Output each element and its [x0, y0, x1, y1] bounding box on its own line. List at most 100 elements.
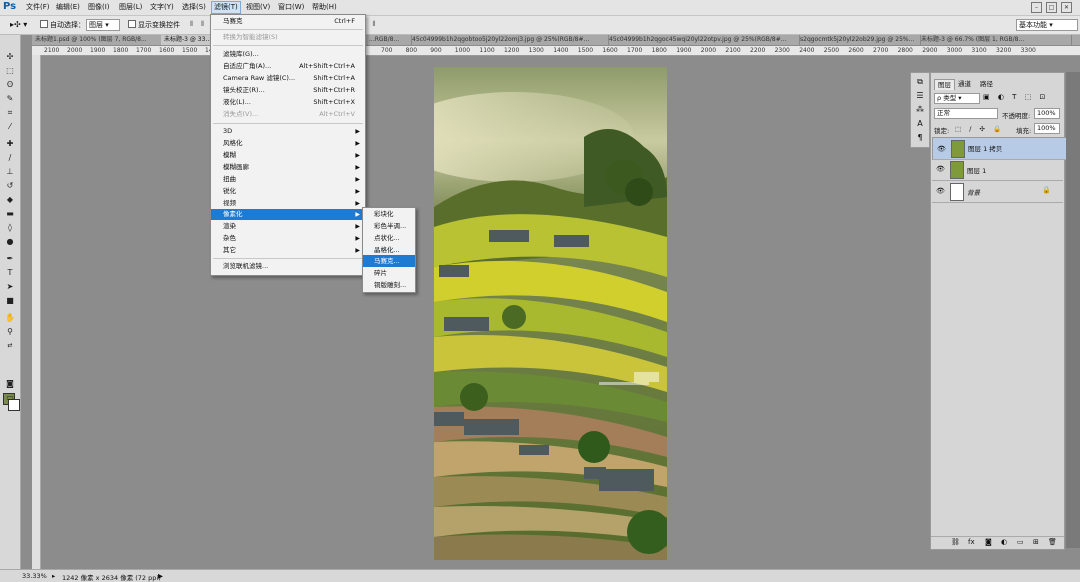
maximize-icon[interactable]: □ — [1046, 2, 1057, 13]
menu-item-adaptive-wide-angle[interactable]: 自适应广角(A)... Alt+Shift+Ctrl+A — [211, 61, 365, 72]
hand-tool-icon[interactable]: ✋ — [3, 312, 17, 323]
screen-mode-icon[interactable]: ▭ — [3, 392, 17, 403]
tab-layers[interactable]: 图层 — [934, 79, 955, 90]
history-brush-tool-icon[interactable]: ↺ — [3, 180, 17, 191]
type-tool-icon[interactable]: T — [3, 267, 17, 278]
lasso-tool-icon[interactable]: ʘ — [3, 79, 17, 90]
swap-colors-icon[interactable]: ⇄ — [3, 340, 17, 351]
submenu-other[interactable]: 其它 ▶ — [211, 245, 365, 256]
submenu-stylize[interactable]: 风格化 ▶ — [211, 138, 365, 149]
add-mask-icon[interactable]: ◙ — [985, 538, 992, 546]
submenu-distort[interactable]: 扭曲 ▶ — [211, 174, 365, 185]
visibility-eye-icon[interactable]: 👁 — [936, 187, 945, 195]
layer-style-icon[interactable]: fx — [968, 538, 975, 546]
menu-image[interactable]: 图像(I) — [86, 2, 112, 13]
tab-document[interactable]: 未标题1.psd @ 100% (图层 7, RGB/8... — [32, 35, 164, 45]
submenu-noise[interactable]: 杂色 ▶ — [211, 233, 365, 244]
link-layers-icon[interactable]: ⛓ — [951, 538, 960, 546]
healing-brush-tool-icon[interactable]: ✚ — [3, 138, 17, 149]
zoom-level[interactable]: 33.33% — [22, 572, 47, 580]
submenu-item-mezzotint[interactable]: 铜版雕刻... — [363, 279, 415, 291]
move-tool-icon[interactable]: ▸✣ ▾ — [10, 20, 27, 29]
auto-select-checkbox[interactable]: 自动选择： — [40, 20, 85, 30]
clone-stamp-tool-icon[interactable]: ⊥ — [3, 166, 17, 177]
tab-document[interactable]: 未标题-3 @ 66.7% (图层 1, RGB/8... — [918, 35, 1072, 45]
group-folder-icon[interactable]: ▭ — [1017, 538, 1024, 546]
character-panel-icon[interactable]: A — [914, 118, 926, 130]
visibility-eye-icon[interactable]: 👁 — [936, 165, 945, 173]
opacity-input[interactable]: 100% — [1034, 108, 1060, 119]
canvas-photo-rice-terraces[interactable] — [434, 67, 667, 560]
fill-input[interactable]: 100% — [1034, 123, 1060, 134]
submenu-blur[interactable]: 模糊 ▶ — [211, 150, 365, 161]
menu-filter[interactable]: 滤镜(T) — [211, 1, 241, 14]
auto-select-target-select[interactable]: 图层 ▾ — [86, 19, 120, 31]
submenu-item-pointillize[interactable]: 点状化... — [363, 232, 415, 244]
menu-select[interactable]: 选择(S) — [180, 2, 208, 13]
eyedropper-tool-icon[interactable]: ⁄ — [3, 121, 17, 132]
blend-mode-select[interactable]: 正常 — [934, 108, 998, 119]
tab-document[interactable]: 45c04999b1h2qgoc45wqi20yl22otpv.jpg @ 25… — [606, 35, 800, 45]
tab-paths[interactable]: 路径 — [977, 79, 996, 89]
tab-channels[interactable]: 通道 — [955, 79, 974, 89]
zoom-tool-icon[interactable]: ⚲ — [3, 326, 17, 337]
layer-row[interactable]: 👁 图层 1 — [932, 159, 1063, 181]
tab-document-active[interactable]: 未标题-3 @ 33... — [161, 35, 217, 45]
layer-row[interactable]: 👁 图层 1 拷贝 — [932, 137, 1069, 160]
menu-edit[interactable]: 编辑(E) — [54, 2, 82, 13]
submenu-item-color-halftone[interactable]: 彩色半调... — [363, 220, 415, 232]
layer-filter-kind-select[interactable]: ρ 类型 ▾ — [934, 93, 980, 104]
properties-panel-icon[interactable]: ☰ — [914, 90, 926, 102]
menu-layer[interactable]: 图层(L) — [117, 2, 144, 13]
submenu-item-fragment[interactable]: 碎片 — [363, 267, 415, 279]
visibility-eye-icon[interactable]: 👁 — [937, 144, 946, 154]
menu-file[interactable]: 文件(F) — [24, 2, 52, 13]
marquee-tool-icon[interactable]: ⬚ — [3, 65, 17, 76]
menu-item-lens-correction[interactable]: 镜头校正(R)... Shift+Ctrl+R — [211, 85, 365, 96]
tab-document[interactable]: 45c04999b1h2qgobtoo5j20yl22omj3.jpg @ 25… — [409, 35, 609, 45]
minimize-icon[interactable]: – — [1031, 2, 1042, 13]
submenu-item-facet[interactable]: 彩块化 — [363, 208, 415, 220]
blur-tool-icon[interactable]: ◊ — [3, 222, 17, 233]
submenu-sharpen[interactable]: 锐化 ▶ — [211, 186, 365, 197]
menu-view[interactable]: 视图(V) — [244, 2, 272, 13]
status-expand-icon[interactable]: ▶ — [158, 572, 163, 580]
menu-item-vanishing-point[interactable]: 消失点(V)... Alt+Ctrl+V — [211, 109, 365, 120]
pen-tool-icon[interactable]: ✒ — [3, 253, 17, 264]
menu-window[interactable]: 窗口(W) — [276, 2, 306, 13]
close-icon[interactable]: ✕ — [1061, 2, 1072, 13]
show-transform-checkbox[interactable]: 显示变换控件 — [128, 20, 180, 30]
status-menu-icon[interactable]: ▸ — [52, 572, 55, 580]
gradient-tool-icon[interactable]: ▬ — [3, 208, 17, 219]
lock-icons[interactable]: ⬚ ∕ ✣ 🔒 — [955, 125, 1004, 133]
menu-item-filter-gallery[interactable]: 滤镜库(G)... — [211, 49, 365, 60]
history-panel-icon[interactable]: ⧉ — [914, 76, 926, 88]
paragraph-panel-icon[interactable]: ¶ — [914, 132, 926, 144]
path-select-tool-icon[interactable]: ➤ — [3, 281, 17, 292]
submenu-render[interactable]: 渲染 ▶ — [211, 221, 365, 232]
brush-tool-icon[interactable]: ∕ — [3, 152, 17, 163]
menu-type[interactable]: 文字(Y) — [148, 2, 176, 13]
quick-mask-icon[interactable]: ◙ — [3, 378, 17, 389]
dodge-tool-icon[interactable]: ● — [3, 236, 17, 247]
layer-row[interactable]: 👁 背景 🔒 — [932, 181, 1063, 203]
menu-item-camera-raw[interactable]: Camera Raw 滤镜(C)... Shift+Ctrl+A — [211, 73, 365, 84]
submenu-video[interactable]: 视频 ▶ — [211, 198, 365, 209]
submenu-blur-gallery[interactable]: 模糊画廊 ▶ — [211, 162, 365, 173]
move-tool-icon[interactable]: ✣ — [3, 51, 17, 62]
menu-item-liquify[interactable]: 液化(L)... Shift+Ctrl+X — [211, 97, 365, 108]
quick-select-tool-icon[interactable]: ✎ — [3, 93, 17, 104]
submenu-item-mosaic[interactable]: 马赛克... — [363, 255, 415, 267]
new-layer-icon[interactable]: ⊞ — [1033, 538, 1039, 546]
adjustment-layer-icon[interactable]: ◐ — [1001, 538, 1007, 546]
trash-icon[interactable]: 🗑 — [1048, 538, 1057, 546]
menu-item-last-filter[interactable]: 马赛克 Ctrl+F — [211, 16, 365, 27]
tab-document[interactable]: ...RGB/8... — [366, 35, 412, 45]
crop-tool-icon[interactable]: ⌗ — [3, 107, 17, 118]
submenu-3d[interactable]: 3D ▶ — [211, 126, 365, 137]
tab-document[interactable]: s2qgocmtk5j20yl22ob29.jpg @ 25%... — [797, 35, 921, 45]
shape-tool-icon[interactable]: ■ — [3, 295, 17, 306]
submenu-pixelate[interactable]: 像素化 ▶ — [211, 209, 365, 220]
eraser-tool-icon[interactable]: ◆ — [3, 194, 17, 205]
menu-item-browse-online-filters[interactable]: 浏览联机滤镜... — [211, 261, 365, 272]
